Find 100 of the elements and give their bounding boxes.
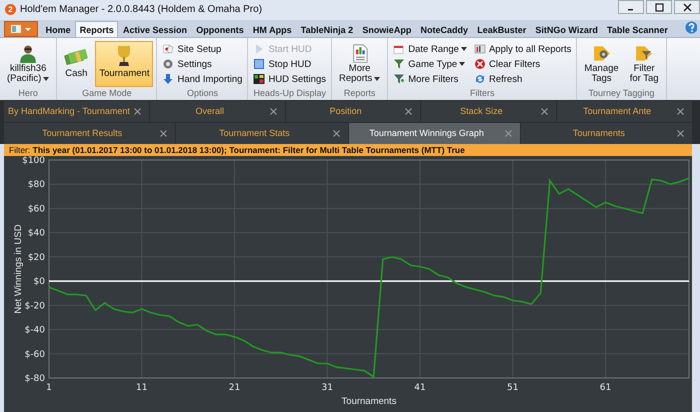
- ribbon-button[interactable]: Manage Tags: [580, 41, 623, 88]
- maximize-button[interactable]: [646, 0, 672, 14]
- close-icon[interactable]: [405, 108, 412, 115]
- ribbon-button[interactable]: Stop HUD: [251, 56, 328, 72]
- tab-label[interactable]: Position: [290, 106, 402, 116]
- close-icon[interactable]: [270, 108, 277, 115]
- application-menu-button[interactable]: [4, 21, 38, 38]
- app-logo: 2: [5, 4, 16, 16]
- y-tick-label: $-20: [24, 301, 45, 312]
- ribbon-tab[interactable]: Table Scanner: [602, 21, 672, 38]
- x-tick-label: 1: [46, 383, 52, 393]
- table-icon: [474, 43, 486, 56]
- x-tick-label: 61: [600, 383, 612, 393]
- tab-label[interactable]: Tournament Ante: [561, 106, 674, 116]
- ribbon-button[interactable]: Cash: [60, 41, 92, 88]
- ribbon-button[interactable]: Game Type: [391, 56, 469, 72]
- close-icon[interactable]: [541, 108, 548, 115]
- y-tick-label: $-80: [24, 374, 45, 384]
- y-tick-label: $20: [28, 252, 45, 263]
- group-label: Hero: [17, 88, 39, 100]
- down-arrow-icon: [162, 73, 174, 86]
- tab-label[interactable]: Stack Size: [425, 106, 538, 116]
- window-title: Hold'em Manager - 2.0.0.8443 (Holdem & Omaha Pro): [20, 4, 262, 16]
- caret-icon: [43, 76, 50, 81]
- ribbon-button[interactable]: killfish36 (Pacific): [3, 41, 54, 88]
- close-icon[interactable]: [504, 130, 512, 137]
- ribbon-tab[interactable]: TableNinja 2: [296, 21, 358, 38]
- report-tab[interactable]: Stack Size: [421, 100, 556, 122]
- ribbon-button[interactable]: Filter for Tag: [626, 41, 663, 88]
- ribbon-tab[interactable]: Home: [41, 21, 76, 38]
- tab-label[interactable]: Tournament Results: [8, 128, 156, 138]
- y-tick-label: $-60: [24, 350, 45, 360]
- ribbon-tab[interactable]: HM Apps: [248, 21, 296, 38]
- ribbon-button[interactable]: More Filters: [391, 72, 469, 87]
- x-tick-label: 11: [136, 383, 148, 393]
- close-icon: [682, 2, 692, 12]
- y-tick-label: $80: [28, 180, 45, 190]
- calendar-icon: [393, 43, 406, 56]
- funnel-plus-icon: [393, 73, 406, 86]
- x-tick-label: 51: [507, 383, 518, 393]
- ribbon-tab[interactable]: SitNGo Wizard: [530, 21, 602, 38]
- ribbon-tab[interactable]: SnowieApp: [358, 21, 416, 38]
- x-axis-title: Tournaments: [342, 396, 396, 407]
- ribbon-button[interactable]: Hand Importing: [160, 72, 244, 87]
- tab-label[interactable]: Tournament Stats: [180, 128, 328, 138]
- ribbon-button[interactable]: Site Setup: [160, 42, 244, 57]
- report-tab[interactable]: Tournament Stats: [176, 122, 348, 144]
- x-tick-label: 31: [322, 383, 333, 393]
- y-tick-label: $60: [28, 204, 45, 214]
- card-icon: [162, 43, 174, 56]
- ribbon-button[interactable]: More Reports: [335, 41, 384, 88]
- ribbon-tab[interactable]: LeakBuster: [472, 21, 531, 38]
- close-button[interactable]: [674, 0, 700, 14]
- group-label: Heads-Up Display: [252, 88, 327, 100]
- ribbon-button[interactable]: HUD Settings: [251, 72, 328, 87]
- ribbon-button[interactable]: Apply to all Reports: [472, 42, 574, 57]
- help-icon[interactable]: [685, 21, 697, 34]
- refresh-icon: [474, 73, 486, 86]
- tab-label[interactable]: By HandMarking - Tournament: [8, 106, 130, 116]
- report-tab[interactable]: Overall: [150, 100, 285, 122]
- ribbon-tab[interactable]: Active Session: [118, 21, 192, 38]
- caret-icon: [374, 76, 380, 81]
- ribbon-button[interactable]: Clear Filters: [472, 56, 574, 72]
- ribbon-tab[interactable]: NoteCaddy: [416, 21, 473, 38]
- caret-icon: [459, 62, 466, 66]
- close-icon[interactable]: [677, 108, 684, 115]
- group-label: Options: [186, 88, 219, 100]
- report-tab[interactable]: By HandMarking - Tournament: [4, 100, 149, 122]
- funnel-icon: [393, 58, 406, 70]
- report-tab[interactable]: Tournament Ante: [557, 100, 692, 122]
- report-tab[interactable]: Tournament Results: [4, 122, 176, 144]
- caret-icon: [460, 47, 467, 52]
- close-icon[interactable]: [134, 108, 141, 115]
- ribbon-button[interactable]: Refresh: [472, 72, 574, 87]
- y-axis-title: Net Winnings in USD: [13, 224, 24, 314]
- ribbon-button[interactable]: Settings: [160, 56, 244, 72]
- tab-label[interactable]: Tournament Winnings Graph: [352, 128, 501, 138]
- cross-circle-icon: [474, 58, 486, 70]
- minimize-button[interactable]: [618, 0, 644, 14]
- y-tick-label: $0: [34, 277, 45, 288]
- filter-bar: Filter: This year (01.01.2017 13:00 to 01.01.2018 13:00); Tournament: Filter for Multi Table Tournaments (MTT) True: [4, 144, 692, 156]
- ribbon-tab[interactable]: Opponents: [192, 21, 248, 38]
- maximize-icon: [654, 2, 664, 12]
- ribbon-button[interactable]: Tournament: [95, 41, 154, 88]
- report-tab[interactable]: Tournaments: [520, 122, 692, 144]
- report-tab[interactable]: Tournament Winnings Graph: [348, 122, 520, 144]
- close-icon[interactable]: [332, 130, 340, 137]
- close-icon[interactable]: [160, 130, 168, 137]
- group-label: Reports: [342, 88, 376, 100]
- grid-icon: [253, 73, 266, 86]
- tab-label[interactable]: Tournaments: [524, 128, 673, 138]
- ribbon-button[interactable]: Date Range: [391, 42, 469, 57]
- tab-label[interactable]: Overall: [154, 106, 266, 116]
- menu-icon: [10, 24, 32, 34]
- gear-icon: [162, 58, 174, 70]
- x-tick-label: 41: [414, 383, 426, 393]
- report-tab[interactable]: Position: [286, 100, 420, 122]
- close-icon[interactable]: [677, 130, 684, 137]
- ribbon-tab[interactable]: Reports: [75, 21, 118, 38]
- square-icon: [253, 58, 266, 70]
